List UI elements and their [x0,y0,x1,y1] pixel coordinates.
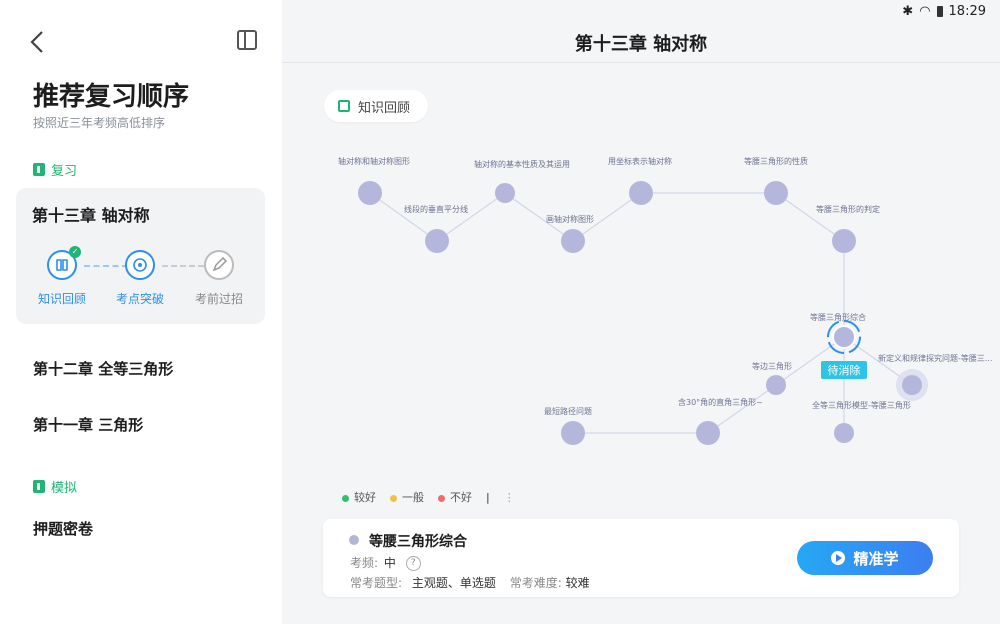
map-edge [707,384,777,434]
section-review: 复习 [33,160,77,179]
node-label: 等腰三角形综合 [810,312,866,322]
pending-badge-label: 待消除 [828,363,861,377]
help-icon[interactable]: ? [405,556,421,571]
current-chapter-card[interactable]: 第十三章 轴对称 ✓ 知识回顾 考点突破 考前过招 [16,188,265,324]
step-key-points[interactable]: 考点突破 [104,250,176,307]
review-book-icon [33,163,45,176]
step-knowledge-review[interactable]: ✓ 知识回顾 [26,246,98,307]
precise-study-button[interactable]: 精准学 [797,541,933,575]
map-node[interactable] [764,181,788,205]
map-node[interactable] [629,181,653,205]
battery-icon [936,6,943,17]
node-label: 等边三角形 [752,361,792,371]
mock-item[interactable]: 押题密卷 [33,518,93,539]
wifi-icon: ◠ [919,4,931,19]
step-pre-exam[interactable]: 考前过招 [183,250,255,307]
mock-paper-icon [33,480,45,493]
point-detail-card: 等腰三角形综合 考频: 中 ? 常考题型: 主观题、单选题 常考难度: 较难 精… [323,519,959,597]
question-info: 常考题型: 主观题、单选题 常考难度: 较难 [350,576,590,590]
pencil-icon [204,250,234,280]
map-edge [775,192,845,242]
node-label: 含30°角的直角三角形~ [678,397,763,407]
chapter-item[interactable]: 第十一章 三角形 [33,414,143,435]
knowledge-review-chip[interactable]: 知识回顾 [324,90,429,122]
node-label: 最短路径问题 [544,406,592,416]
node-label: 线段的垂直平分线 [404,204,468,214]
clock: 18:29 [948,4,986,19]
frequency: 考频: 中 ? [350,554,421,571]
map-edge [436,192,506,242]
status-dot [349,535,359,545]
map-node[interactable] [696,421,720,445]
map-labels: 轴对称和轴对称图形 线段的垂直平分线 轴对称的基本性质及其运用 画轴对称图形 用… [338,156,993,416]
node-label: 全等三角形模型-等腰三角形 [812,400,911,410]
map-node[interactable] [561,229,585,253]
sidebar-title: 推荐复习顺序 [33,82,190,112]
node-label: 等腰三角形的性质 [744,156,808,166]
sidebar-subtitle: 按照近三年考频高低排序 [33,116,166,130]
collapse-panel-icon[interactable] [237,30,257,50]
target-icon [125,250,155,280]
section-mock: 模拟 [33,477,77,496]
current-chapter-title: 第十三章 轴对称 [32,206,150,225]
map-node[interactable] [766,375,786,395]
node-label: 轴对称的基本性质及其运用 [474,159,570,169]
point-title: 等腰三角形综合 [369,534,467,550]
node-label: 轴对称和轴对称图形 [338,156,410,166]
node-label: 用坐标表示轴对称 [608,156,672,166]
more-icon[interactable]: ⋮ [504,491,515,504]
map-node[interactable] [902,375,922,395]
map-node[interactable] [495,183,515,203]
map-node[interactable] [358,181,382,205]
node-label: 画轴对称图形 [546,214,594,224]
play-icon [831,551,846,565]
chapter-item[interactable]: 第十二章 全等三角形 [33,358,173,379]
legend-separator: | [486,490,490,504]
map-node[interactable] [832,229,856,253]
sidebar: 推荐复习顺序 按照近三年考频高低排序 复习 第十三章 轴对称 ✓ 知识回顾 考点… [0,0,282,624]
legend-good: 较好 [342,489,376,505]
legend-average: 一般 [390,489,424,505]
map-node[interactable] [425,229,449,253]
book-icon [338,100,350,112]
legend-poor-dot [438,494,445,502]
knowledge-map: 待消除 轴对称和轴对称图形 线段的垂直平分线 轴对称的基本性质及其运用 画轴对称… [338,156,993,445]
map-node[interactable] [834,423,854,443]
node-label: 新定义和规律探究问题-等腰三... [878,353,993,363]
legend-poor: 不好 [438,489,472,505]
page-title: 第十三章 轴对称 [574,34,708,55]
legend-good-dot [342,494,349,502]
map-node[interactable] [561,421,585,445]
back-icon[interactable] [28,30,48,54]
node-label: 等腰三角形的判定 [816,204,880,214]
legend: 较好 一般 不好 | ⋮ [342,489,515,505]
legend-average-dot [390,494,397,502]
bluetooth-icon: ✱ [902,4,914,19]
book-icon: ✓ [47,246,81,280]
check-icon: ✓ [69,246,81,258]
map-edge [369,192,438,242]
header-divider [282,62,1000,63]
map-nodes [358,181,856,445]
